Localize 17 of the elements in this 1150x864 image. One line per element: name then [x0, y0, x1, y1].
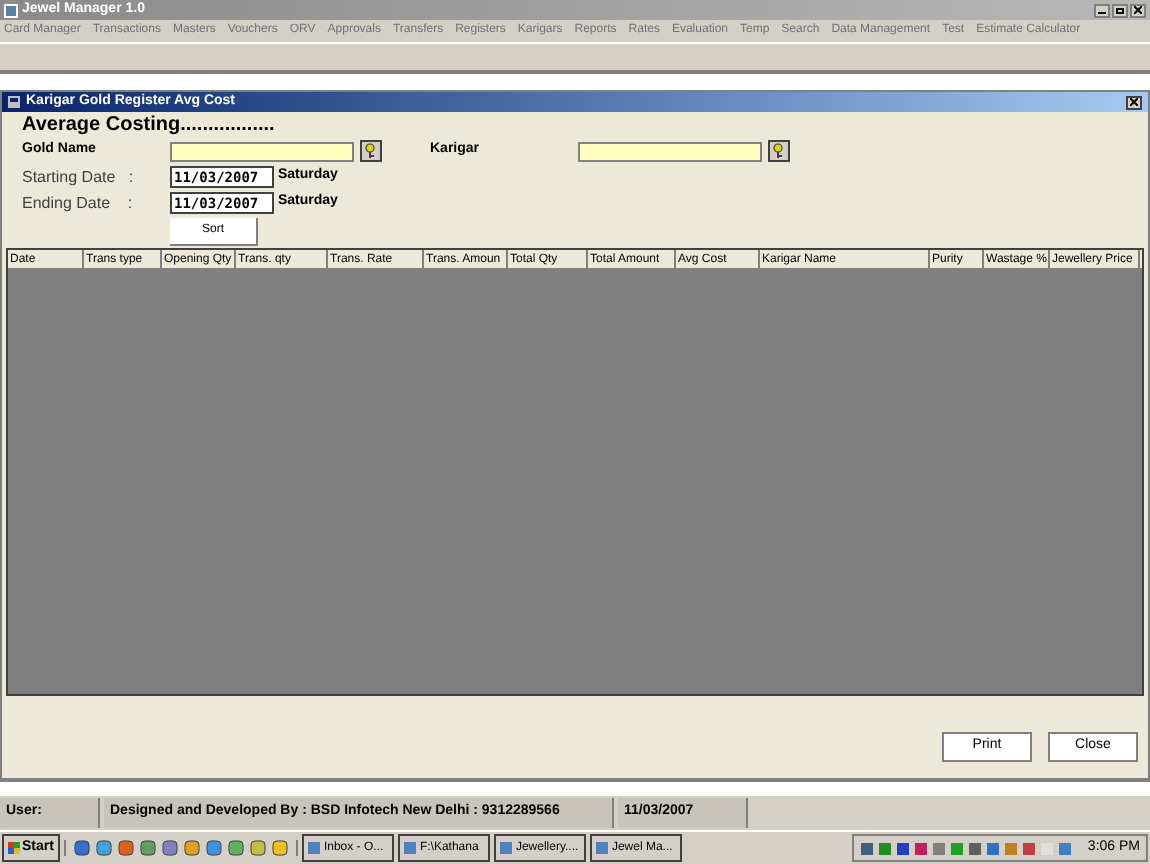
close-button[interactable] — [1130, 3, 1146, 17]
form-heading: Average Costing................. — [22, 114, 277, 136]
close-button[interactable] — [1126, 95, 1142, 109]
windows-logo-icon — [8, 842, 20, 854]
restore-button[interactable] — [1112, 3, 1128, 17]
minimize-button[interactable] — [1094, 3, 1110, 17]
lookup-key-icon[interactable] — [768, 140, 790, 162]
lookup-key-icon[interactable] — [360, 140, 382, 162]
field-label: Starting Date : — [22, 165, 136, 189]
karigar-field[interactable] — [578, 141, 762, 161]
item-name-field[interactable] — [170, 141, 354, 161]
field-label: Ending Date : — [22, 191, 135, 215]
window-icon — [403, 842, 416, 854]
window-icon — [307, 842, 320, 854]
form-icon — [8, 96, 20, 108]
window-icon — [499, 842, 512, 854]
window-icon — [595, 842, 608, 854]
